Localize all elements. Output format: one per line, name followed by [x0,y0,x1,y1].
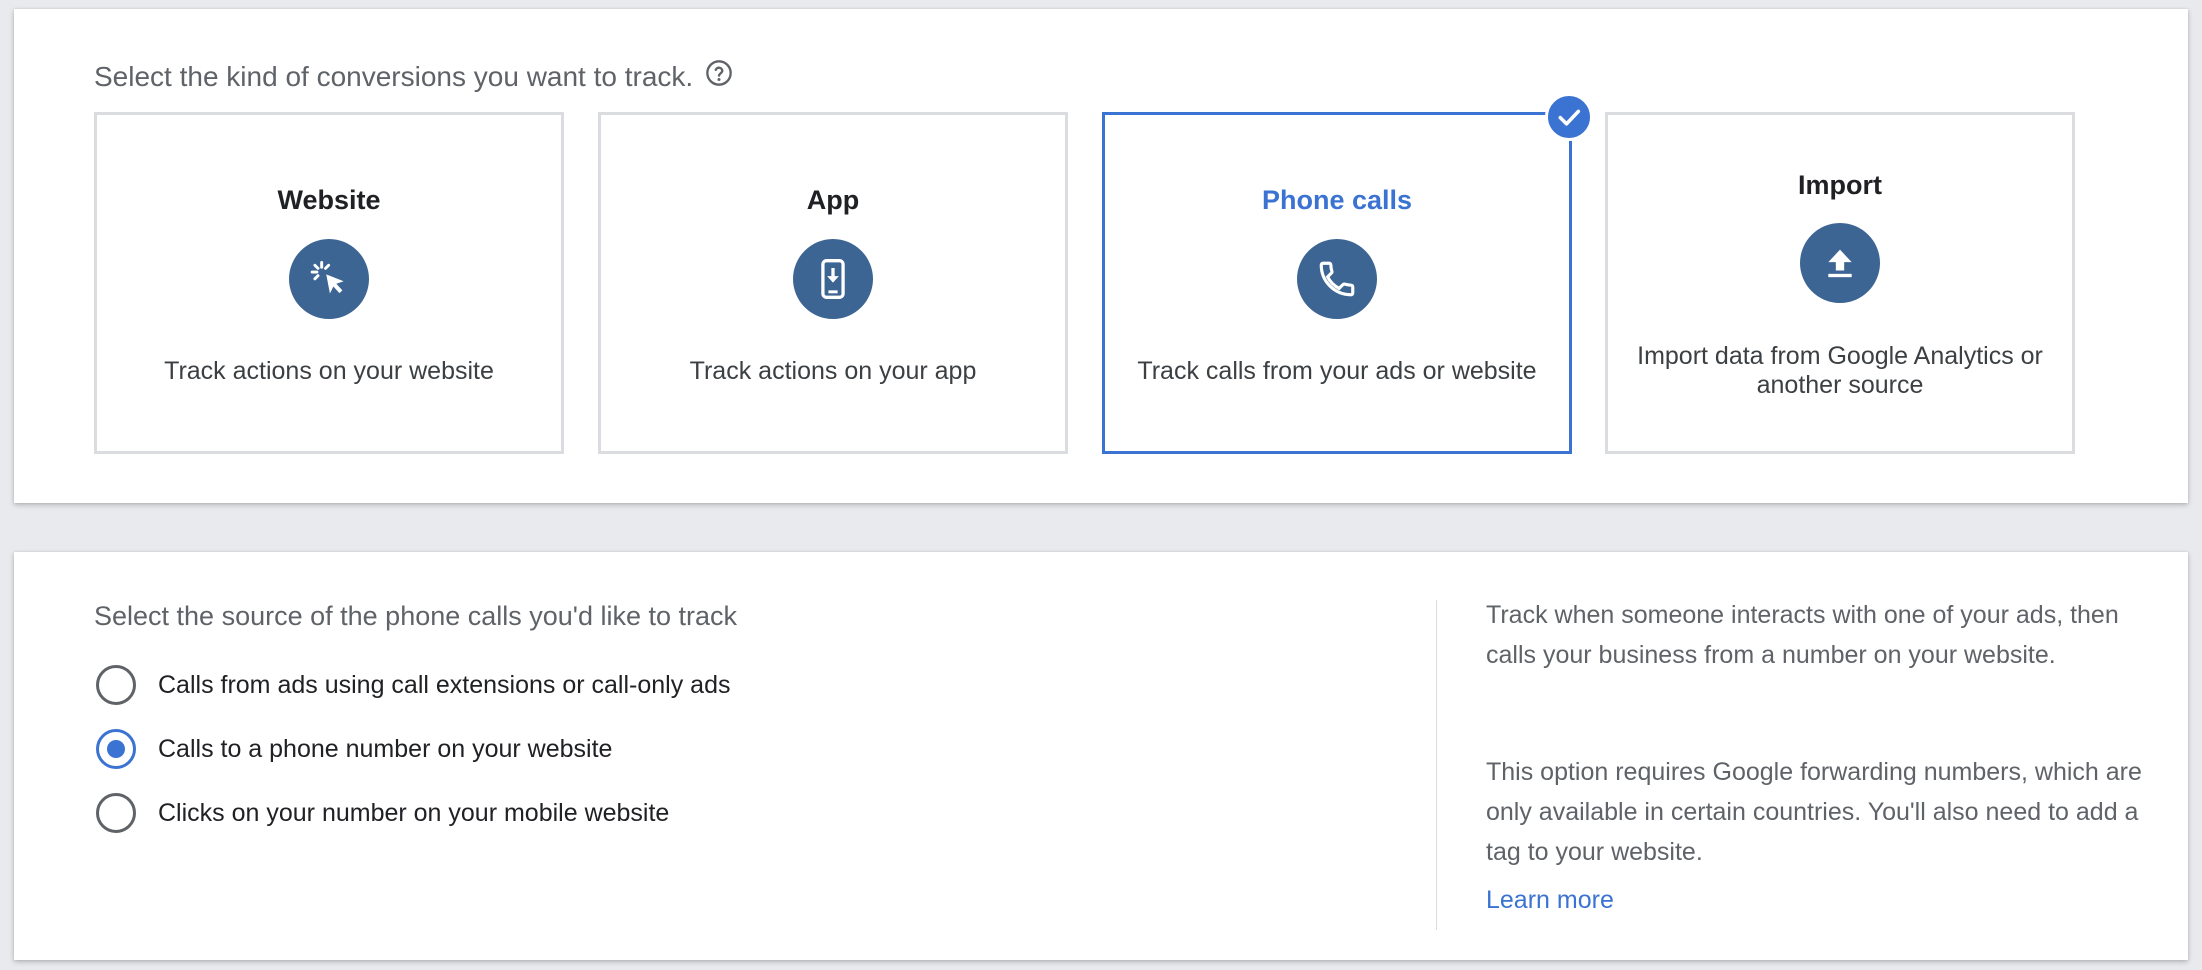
radio-button[interactable] [96,793,136,833]
upload-icon [1800,223,1880,303]
card-import[interactable]: Import Import data from Google Analytics… [1605,112,2075,454]
checkmark-icon [1545,93,1593,141]
help-circle-icon[interactable] [705,59,733,87]
radio-option-website-number[interactable]: Calls to a phone number on your website [96,729,612,769]
phone-icon [1297,239,1377,319]
conversion-kind-panel: Select the kind of conversions you want … [14,9,2188,503]
call-source-panel: Select the source of the phone calls you… [14,552,2188,960]
call-source-question: Select the source of the phone calls you… [94,601,738,631]
radio-option-mobile-clicks[interactable]: Clicks on your number on your mobile web… [96,793,669,833]
radio-option-label: Clicks on your number on your mobile web… [158,798,670,827]
conversion-kind-question: Select the kind of conversions you want … [94,59,733,93]
card-import-description: Import data from Google Analytics or ano… [1637,342,2043,399]
card-app[interactable]: App Track actions on your app [598,112,1068,454]
phone-download-icon [793,239,873,319]
radio-option-label: Calls from ads using call extensions or … [158,670,731,699]
radio-button[interactable] [96,665,136,705]
card-import-title: Import [1798,170,1882,200]
card-website-title: Website [277,185,381,215]
card-phone-calls-description: Track calls from your ads or website [1137,357,1537,385]
cursor-click-icon [289,239,369,319]
radio-button-selected[interactable] [96,729,136,769]
card-app-title: App [806,185,860,215]
vertical-divider [1436,600,1437,930]
conversion-kind-question-text: Select the kind of conversions you want … [94,61,694,92]
card-website[interactable]: Website Track actions on your website [94,112,564,454]
info-paragraph-2: This option requires Google forwarding n… [1486,758,2142,866]
info-paragraph-1: Track when someone interacts with one of… [1486,601,2119,669]
learn-more-link[interactable]: Learn more [1486,886,1614,915]
radio-option-label: Calls to a phone number on your website [158,734,613,763]
card-phone-calls-title: Phone calls [1261,185,1413,215]
card-website-description: Track actions on your website [164,357,494,385]
card-phone-calls[interactable]: Phone calls Track calls from your ads or… [1102,112,1572,454]
card-app-description: Track actions on your app [689,357,977,385]
radio-option-call-extensions[interactable]: Calls from ads using call extensions or … [96,665,730,705]
